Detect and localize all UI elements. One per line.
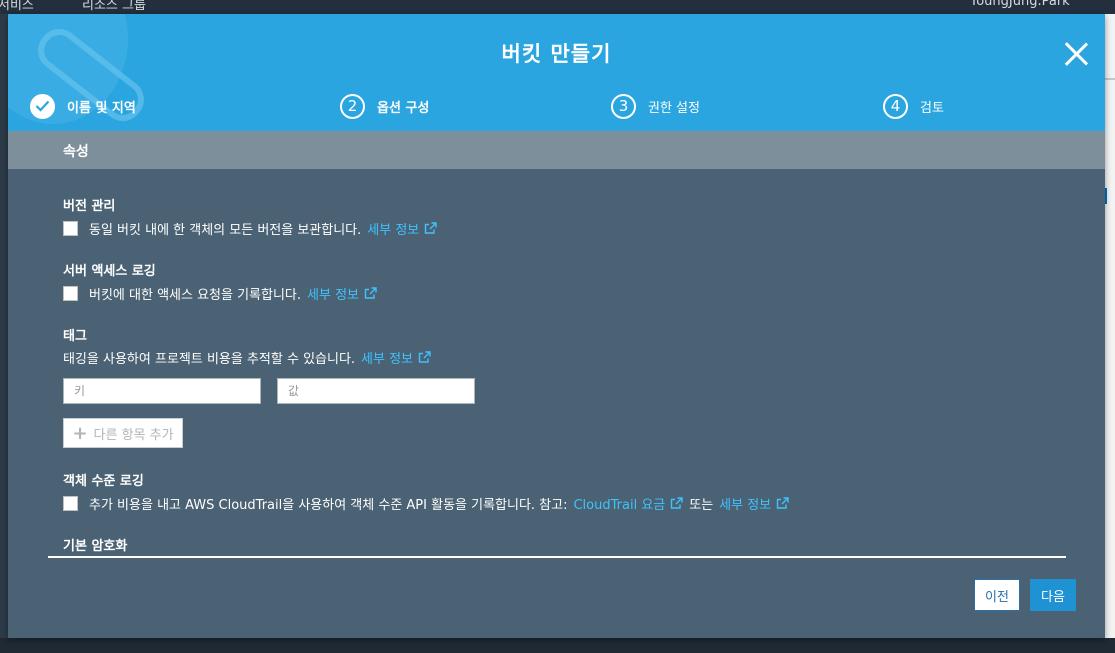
- background-content-edge: [1105, 14, 1115, 653]
- step-label: 옵션 구성: [377, 100, 430, 116]
- object-logging-row: 추가 비용을 내고 AWS CloudTrail을 사용하여 객체 수준 API…: [63, 494, 789, 513]
- or-text: 또는: [689, 498, 714, 513]
- tags-title: 태그: [63, 329, 87, 344]
- versioning-title: 버전 관리: [63, 199, 116, 214]
- external-link-icon: [418, 351, 431, 363]
- versioning-checkbox[interactable]: [63, 221, 78, 236]
- logging-description: 버킷에 대한 액세스 요청을 기록합니다.: [89, 288, 302, 303]
- tag-key-input[interactable]: [63, 378, 261, 404]
- link-text: 세부 정보: [719, 498, 772, 513]
- object-logging-checkbox[interactable]: [63, 496, 78, 511]
- external-link-icon: [425, 222, 437, 234]
- external-link-icon: [671, 497, 683, 509]
- bg-services-menu: 서비스: [0, 0, 34, 13]
- previous-button[interactable]: 이전: [974, 579, 1020, 611]
- tag-value-input[interactable]: [277, 378, 475, 404]
- tags-description-row: 태깅을 사용하여 프로젝트 비용을 추적할 수 있습니다. 세부 정보: [63, 348, 431, 367]
- step-number: 2: [340, 93, 365, 119]
- add-tag-label: 다른 항목 추가: [93, 427, 174, 443]
- logging-title: 서버 액세스 로깅: [63, 264, 156, 279]
- check-circle-icon: [30, 93, 55, 119]
- versioning-description: 동일 버킷 내에 한 객체의 모든 버전을 보관합니다.: [89, 223, 362, 238]
- step-label: 권한 설정: [648, 100, 700, 116]
- close-icon[interactable]: [1064, 42, 1088, 66]
- link-text: 세부 정보: [361, 352, 414, 367]
- bg-accent: [1105, 188, 1115, 204]
- cloudtrail-pricing-link[interactable]: CloudTrail 요금: [573, 494, 683, 513]
- divider: [48, 556, 1066, 558]
- encryption-title: 기본 암호화: [63, 539, 128, 554]
- step-configure-options[interactable]: 2 옵션 구성: [340, 93, 429, 119]
- step-name-region[interactable]: 이름 및 지역: [30, 93, 136, 119]
- next-button[interactable]: 다음: [1030, 579, 1076, 611]
- object-logging-title: 객체 수준 로깅: [63, 474, 144, 489]
- external-link-icon: [364, 287, 377, 299]
- versioning-row: 동일 버킷 내에 한 객체의 모든 버전을 보관합니다. 세부 정보: [63, 219, 437, 238]
- tags-description: 태깅을 사용하여 프로젝트 비용을 추적할 수 있습니다.: [63, 352, 356, 367]
- link-text: CloudTrail 요금: [573, 498, 666, 513]
- bg-user-menu: YoungJung.Park: [970, 0, 1070, 9]
- step-review[interactable]: 4 검토: [883, 93, 944, 119]
- versioning-details-link[interactable]: 세부 정보: [367, 219, 437, 238]
- bg-divider: [1105, 78, 1115, 80]
- link-text: 세부 정보: [307, 288, 360, 303]
- object-logging-description: 추가 비용을 내고 AWS CloudTrail을 사용하여 객체 수준 API…: [89, 498, 568, 513]
- step-label: 이름 및 지역: [67, 100, 136, 116]
- modal-title: 버킷 만들기: [501, 42, 612, 66]
- add-tag-button[interactable]: + 다른 항목 추가: [63, 418, 183, 448]
- logging-details-link[interactable]: 세부 정보: [307, 284, 377, 303]
- create-bucket-modal: 버킷 만들기 이름 및 지역 2 옵션 구성 3 권한 설정 4 검토 속성 버…: [8, 14, 1105, 638]
- section-title: 속성: [63, 144, 89, 160]
- external-link-icon: [776, 497, 789, 509]
- modal-header: 버킷 만들기 이름 및 지역 2 옵션 구성 3 권한 설정 4 검토: [8, 14, 1105, 131]
- tags-details-link[interactable]: 세부 정보: [361, 348, 431, 367]
- section-header-properties: 속성: [8, 131, 1105, 169]
- object-logging-details-link[interactable]: 세부 정보: [719, 494, 789, 513]
- background-bottom-bar: [0, 638, 1115, 653]
- step-label: 검토: [920, 100, 944, 116]
- step-number: 4: [883, 93, 908, 119]
- background-top-bar: 서비스 리소스 그룹 YoungJung.Park: [0, 0, 1115, 14]
- logging-checkbox[interactable]: [63, 286, 78, 301]
- step-number: 3: [611, 93, 636, 119]
- logging-row: 버킷에 대한 액세스 요청을 기록합니다. 세부 정보: [63, 284, 377, 303]
- step-set-permissions[interactable]: 3 권한 설정: [611, 93, 700, 119]
- plus-icon: +: [72, 422, 88, 444]
- link-text: 세부 정보: [367, 223, 420, 238]
- bg-resource-groups-menu: 리소스 그룹: [82, 0, 146, 13]
